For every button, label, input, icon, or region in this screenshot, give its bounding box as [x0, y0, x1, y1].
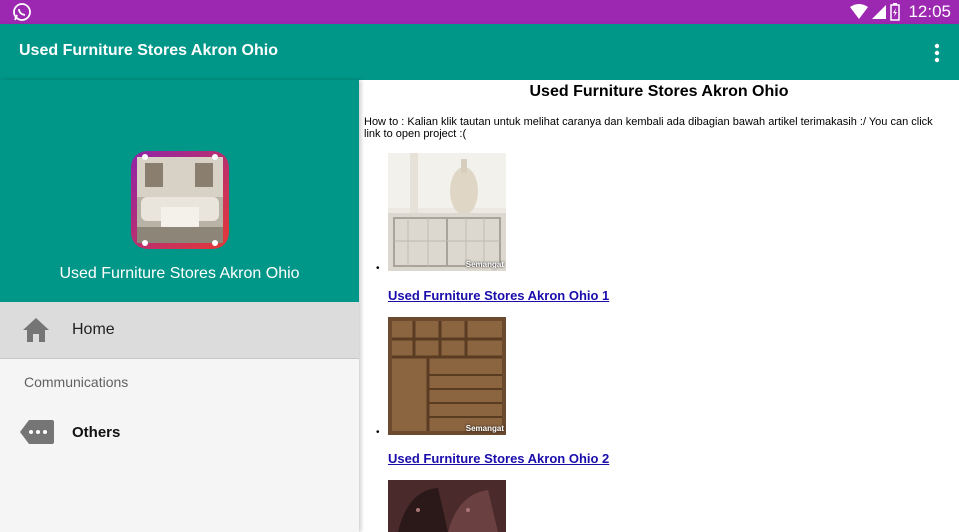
drawer-app-name: Used Furniture Stores Akron Ohio	[59, 265, 300, 282]
home-icon	[23, 318, 49, 342]
item-link-1[interactable]: Used Furniture Stores Akron Ohio 1	[388, 288, 609, 303]
nav-item-label: Others	[72, 424, 121, 441]
page-title: Used Furniture Stores Akron Ohio	[529, 83, 789, 100]
furniture-thumbnail-2[interactable]: Semangat	[388, 317, 506, 435]
status-bar: 12:05	[0, 0, 959, 24]
drawer-header: Used Furniture Stores Akron Ohio	[0, 80, 359, 302]
overflow-menu-icon[interactable]	[929, 41, 945, 65]
furniture-thumbnail-1[interactable]: Semangat	[388, 153, 506, 271]
clock: 12:05	[908, 2, 951, 21]
app-bar: Used Furniture Stores Akron Ohio	[0, 24, 959, 80]
battery-icon	[890, 3, 901, 21]
whatsapp-icon	[13, 3, 31, 21]
nav-item-others[interactable]: Others	[0, 406, 359, 458]
nav-item-label: Home	[72, 321, 115, 338]
wifi-icon	[850, 4, 869, 19]
app-title: Used Furniture Stores Akron Ohio	[19, 42, 278, 59]
signal-icon	[872, 5, 887, 19]
app-logo	[131, 151, 229, 249]
thumbnail-watermark: Semangat	[465, 260, 504, 269]
bullet: •	[376, 427, 380, 438]
nav-item-home[interactable]: Home	[0, 302, 359, 359]
thumbnail-watermark: Semangat	[465, 424, 504, 433]
bullet: •	[376, 263, 380, 274]
main-content: Used Furniture Stores Akron Ohio How to …	[359, 80, 959, 532]
furniture-thumbnail-3[interactable]	[388, 480, 506, 532]
item-link-2[interactable]: Used Furniture Stores Akron Ohio 2	[388, 451, 609, 466]
howto-text: How to : Kalian klik tautan untuk meliha…	[364, 116, 933, 140]
more-label-icon	[20, 420, 54, 444]
section-header-communications: Communications	[24, 374, 129, 390]
navigation-drawer: Used Furniture Stores Akron Ohio Home Co…	[0, 80, 359, 532]
